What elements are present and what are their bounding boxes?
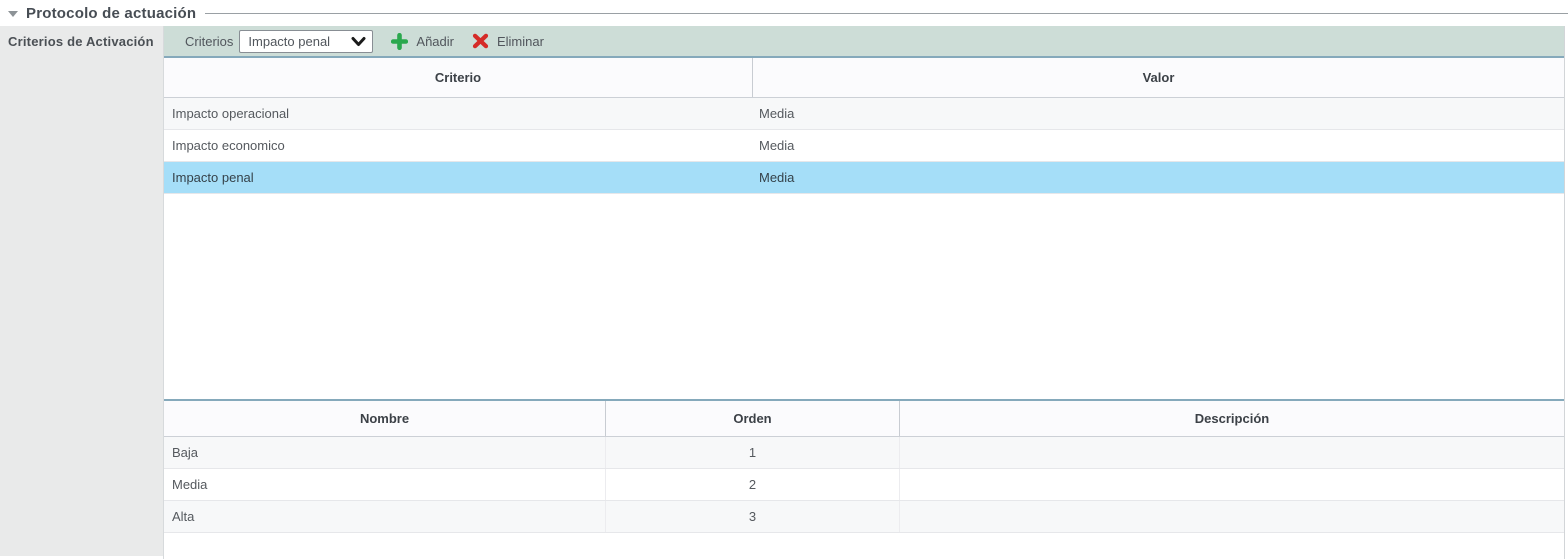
criterios-select-value: Impacto penal bbox=[248, 34, 351, 49]
cell-valor: Media bbox=[753, 106, 1564, 121]
criteria-panel: Criterios Impacto penal Añadir Eliminar … bbox=[163, 26, 1565, 559]
cell-nombre: Media bbox=[164, 469, 606, 500]
cell-valor: Media bbox=[753, 170, 1564, 185]
column-header-valor[interactable]: Valor bbox=[753, 58, 1564, 97]
cell-orden: 1 bbox=[606, 437, 900, 468]
collapse-chevron-icon[interactable] bbox=[8, 11, 18, 17]
delete-button-label: Eliminar bbox=[497, 34, 544, 49]
cell-nombre: Alta bbox=[164, 501, 606, 532]
table-row[interactable]: Baja 1 bbox=[164, 437, 1564, 469]
column-header-criterio[interactable]: Criterio bbox=[164, 58, 753, 97]
chevron-down-icon bbox=[351, 36, 366, 47]
values-table-header: Nombre Orden Descripción bbox=[164, 401, 1564, 437]
form-label-column: Criterios de Activación bbox=[0, 26, 163, 556]
cell-orden: 2 bbox=[606, 469, 900, 500]
values-table: Nombre Orden Descripción Baja 1 Media 2 … bbox=[164, 399, 1564, 559]
table-row[interactable]: Impacto operacional Media bbox=[164, 98, 1564, 130]
add-button-label: Añadir bbox=[416, 34, 454, 49]
criterios-select[interactable]: Impacto penal bbox=[239, 30, 373, 53]
table-row[interactable]: Media 2 bbox=[164, 469, 1564, 501]
cell-criterio: Impacto operacional bbox=[164, 106, 753, 121]
criteria-table: Criterio Valor Impacto operacional Media… bbox=[164, 58, 1564, 425]
cell-valor: Media bbox=[753, 138, 1564, 153]
cell-orden: 3 bbox=[606, 501, 900, 532]
field-label-criterios-activacion: Criterios de Activación bbox=[0, 26, 163, 49]
column-header-descripcion[interactable]: Descripción bbox=[900, 401, 1564, 436]
plus-icon bbox=[391, 33, 408, 50]
table-row-selected[interactable]: Impacto penal Media bbox=[164, 162, 1564, 194]
criteria-toolbar: Criterios Impacto penal Añadir Eliminar bbox=[164, 26, 1564, 58]
x-icon bbox=[472, 33, 489, 49]
criteria-table-header: Criterio Valor bbox=[164, 58, 1564, 98]
table-row[interactable]: Alta 3 bbox=[164, 501, 1564, 533]
header-rule bbox=[205, 13, 1568, 14]
add-button[interactable]: Añadir bbox=[391, 33, 454, 50]
table-row[interactable]: Impacto economico Media bbox=[164, 130, 1564, 162]
cell-criterio: Impacto economico bbox=[164, 138, 753, 153]
cell-criterio: Impacto penal bbox=[164, 170, 753, 185]
criterios-dropdown-label: Criterios bbox=[185, 34, 233, 49]
column-header-orden[interactable]: Orden bbox=[606, 401, 900, 436]
section-title: Protocolo de actuación bbox=[26, 5, 196, 22]
column-header-nombre[interactable]: Nombre bbox=[164, 401, 606, 436]
section-header: Protocolo de actuación bbox=[0, 0, 1568, 26]
cell-nombre: Baja bbox=[164, 437, 606, 468]
delete-button[interactable]: Eliminar bbox=[472, 33, 544, 49]
